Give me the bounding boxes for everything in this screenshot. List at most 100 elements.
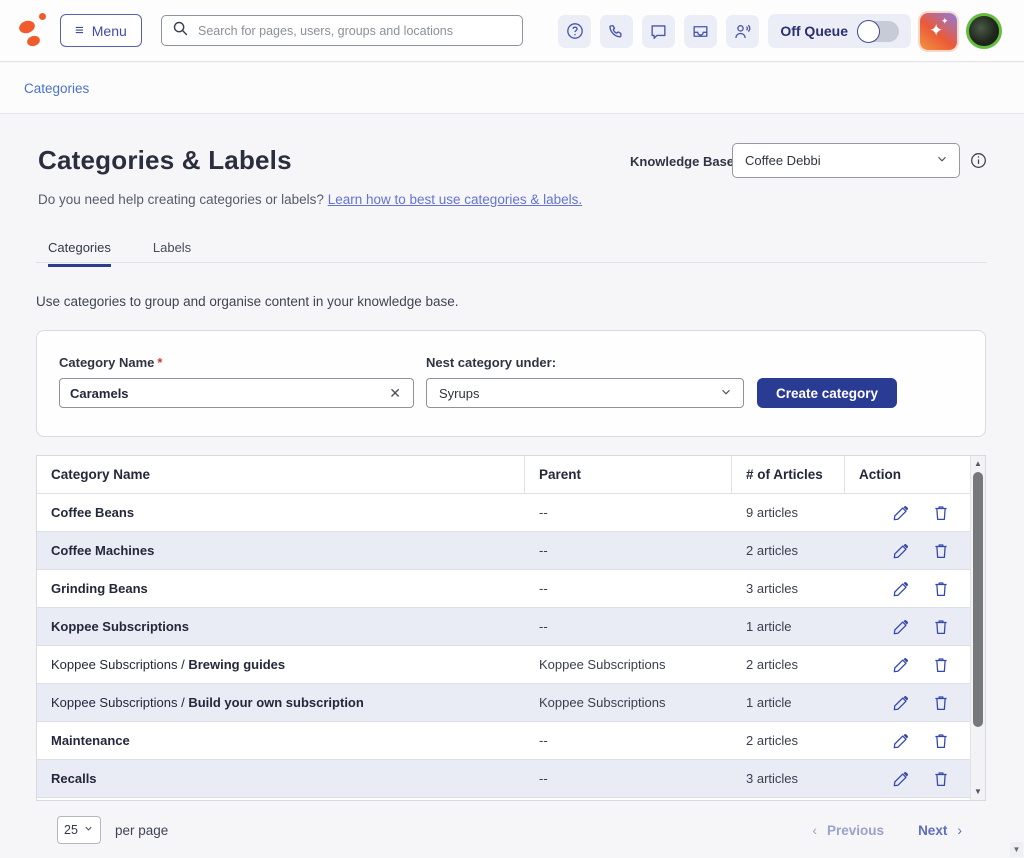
parent-cell: -- (525, 581, 732, 596)
partially-visible-row (37, 798, 970, 800)
table-row[interactable]: Coffee Machines -- 2 articles (37, 532, 970, 570)
create-category-button[interactable]: Create category (757, 378, 897, 408)
previous-page-button[interactable]: ‹ Previous (812, 822, 884, 838)
categories-table: Category Name Parent # of Articles Actio… (36, 455, 986, 801)
category-name-field: ✕ (59, 378, 414, 408)
scroll-up-arrow[interactable]: ▲ (971, 457, 985, 471)
delete-button[interactable] (932, 656, 950, 674)
off-queue-label: Off Queue (780, 23, 848, 39)
category-name-cell: Coffee Machines (51, 543, 154, 558)
delete-button[interactable] (932, 694, 950, 712)
articles-count-cell: 2 articles (732, 657, 845, 672)
column-header-category-name: Category Name (37, 456, 525, 494)
ai-assistant-button[interactable]: ✦ ✦ (920, 13, 957, 50)
page-scroll-down-arrow[interactable]: ▼ (1010, 842, 1023, 857)
articles-count-cell: 2 articles (732, 543, 845, 558)
delete-button[interactable] (932, 770, 950, 788)
top-bar: ≡ Menu (0, 0, 1024, 62)
table-scrollbar[interactable]: ▲ ▼ (970, 456, 985, 800)
table-row[interactable]: Koppee Subscriptions -- 1 article (37, 608, 970, 646)
chevron-right-icon: › (957, 822, 962, 838)
search-input[interactable] (198, 24, 512, 38)
delete-button[interactable] (932, 504, 950, 522)
parent-cell: -- (525, 771, 732, 786)
edit-button[interactable] (892, 618, 910, 636)
nest-category-label: Nest category under: (426, 355, 556, 370)
help-text: Do you need help creating categories or … (38, 192, 582, 207)
nest-category-select[interactable]: Syrups (426, 378, 744, 408)
column-header-action: Action (845, 467, 970, 482)
search-icon (172, 20, 189, 42)
parent-cell: -- (525, 505, 732, 520)
category-name-input[interactable] (70, 386, 387, 401)
hamburger-icon: ≡ (75, 23, 84, 38)
parent-cell: Koppee Subscriptions (525, 695, 732, 710)
table-row[interactable]: Grinding Beans -- 3 articles (37, 570, 970, 608)
delete-button[interactable] (932, 580, 950, 598)
articles-count-cell: 1 article (732, 619, 845, 634)
chat-icon (649, 22, 668, 41)
delete-button[interactable] (932, 542, 950, 560)
off-queue-toggle-group[interactable]: Off Queue (768, 14, 911, 48)
articles-count-cell: 2 articles (732, 733, 845, 748)
edit-button[interactable] (892, 656, 910, 674)
off-queue-toggle[interactable] (857, 21, 899, 42)
category-name-cell: Grinding Beans (51, 581, 148, 596)
table-header-row: Category Name Parent # of Articles Actio… (37, 456, 970, 494)
edit-button[interactable] (892, 542, 910, 560)
breadcrumb[interactable]: Categories (24, 81, 89, 96)
parent-cell: -- (525, 733, 732, 748)
table-row[interactable]: Coffee Beans -- 9 articles (37, 494, 970, 532)
chevron-down-icon (935, 152, 949, 169)
category-name-cell: Maintenance (51, 733, 130, 748)
articles-count-cell: 1 article (732, 695, 845, 710)
category-name-cell: Koppee Subscriptions (51, 619, 189, 634)
help-link[interactable]: Learn how to best use categories & label… (328, 192, 582, 207)
column-header-parent: Parent (525, 456, 732, 494)
menu-button[interactable]: ≡ Menu (60, 14, 142, 47)
edit-button[interactable] (892, 770, 910, 788)
parent-cell: -- (525, 543, 732, 558)
menu-button-label: Menu (92, 23, 127, 39)
nest-category-value: Syrups (439, 386, 479, 401)
category-name-cell: Brewing guides (188, 657, 285, 672)
table-row[interactable]: Recalls -- 3 articles (37, 760, 970, 798)
agent-status-icon (733, 22, 752, 41)
parent-cell: -- (525, 619, 732, 634)
knowledge-base-select[interactable]: Coffee Debbi (732, 143, 960, 178)
edit-button[interactable] (892, 732, 910, 750)
inbox-button[interactable] (684, 15, 717, 48)
inbox-icon (691, 22, 710, 41)
global-search[interactable] (161, 15, 523, 46)
table-row[interactable]: Koppee Subscriptions / Brewing guides Ko… (37, 646, 970, 684)
category-name-cell: Build your own subscription (188, 695, 364, 710)
avatar[interactable] (966, 13, 1002, 49)
parent-cell: Koppee Subscriptions (525, 657, 732, 672)
scrollbar-thumb[interactable] (973, 472, 983, 727)
create-category-card: Category Name* Nest category under: ✕ Sy… (36, 330, 986, 437)
help-button[interactable] (558, 15, 591, 48)
edit-button[interactable] (892, 580, 910, 598)
chat-button[interactable] (642, 15, 675, 48)
breadcrumb-bar: Categories (0, 63, 1024, 114)
scroll-down-arrow[interactable]: ▼ (971, 785, 985, 799)
chevron-left-icon: ‹ (812, 822, 817, 838)
table-row[interactable]: Koppee Subscriptions / Build your own su… (37, 684, 970, 722)
next-page-button[interactable]: Next › (918, 822, 962, 838)
page-size-select[interactable]: 25 (57, 816, 101, 844)
delete-button[interactable] (932, 732, 950, 750)
clear-input-icon[interactable]: ✕ (387, 385, 403, 402)
edit-button[interactable] (892, 694, 910, 712)
agent-status-button[interactable] (726, 15, 759, 48)
tabs-divider (36, 262, 986, 263)
pager: ‹ Previous Next › (812, 822, 962, 838)
category-name-label: Category Name* (59, 355, 162, 370)
sparkle-small-icon: ✦ (941, 17, 949, 26)
delete-button[interactable] (932, 618, 950, 636)
info-icon[interactable] (969, 151, 988, 175)
table-row[interactable]: Maintenance -- 2 articles (37, 722, 970, 760)
per-page-label: per page (115, 823, 168, 838)
edit-button[interactable] (892, 504, 910, 522)
phone-button[interactable] (600, 15, 633, 48)
articles-count-cell: 9 articles (732, 505, 845, 520)
